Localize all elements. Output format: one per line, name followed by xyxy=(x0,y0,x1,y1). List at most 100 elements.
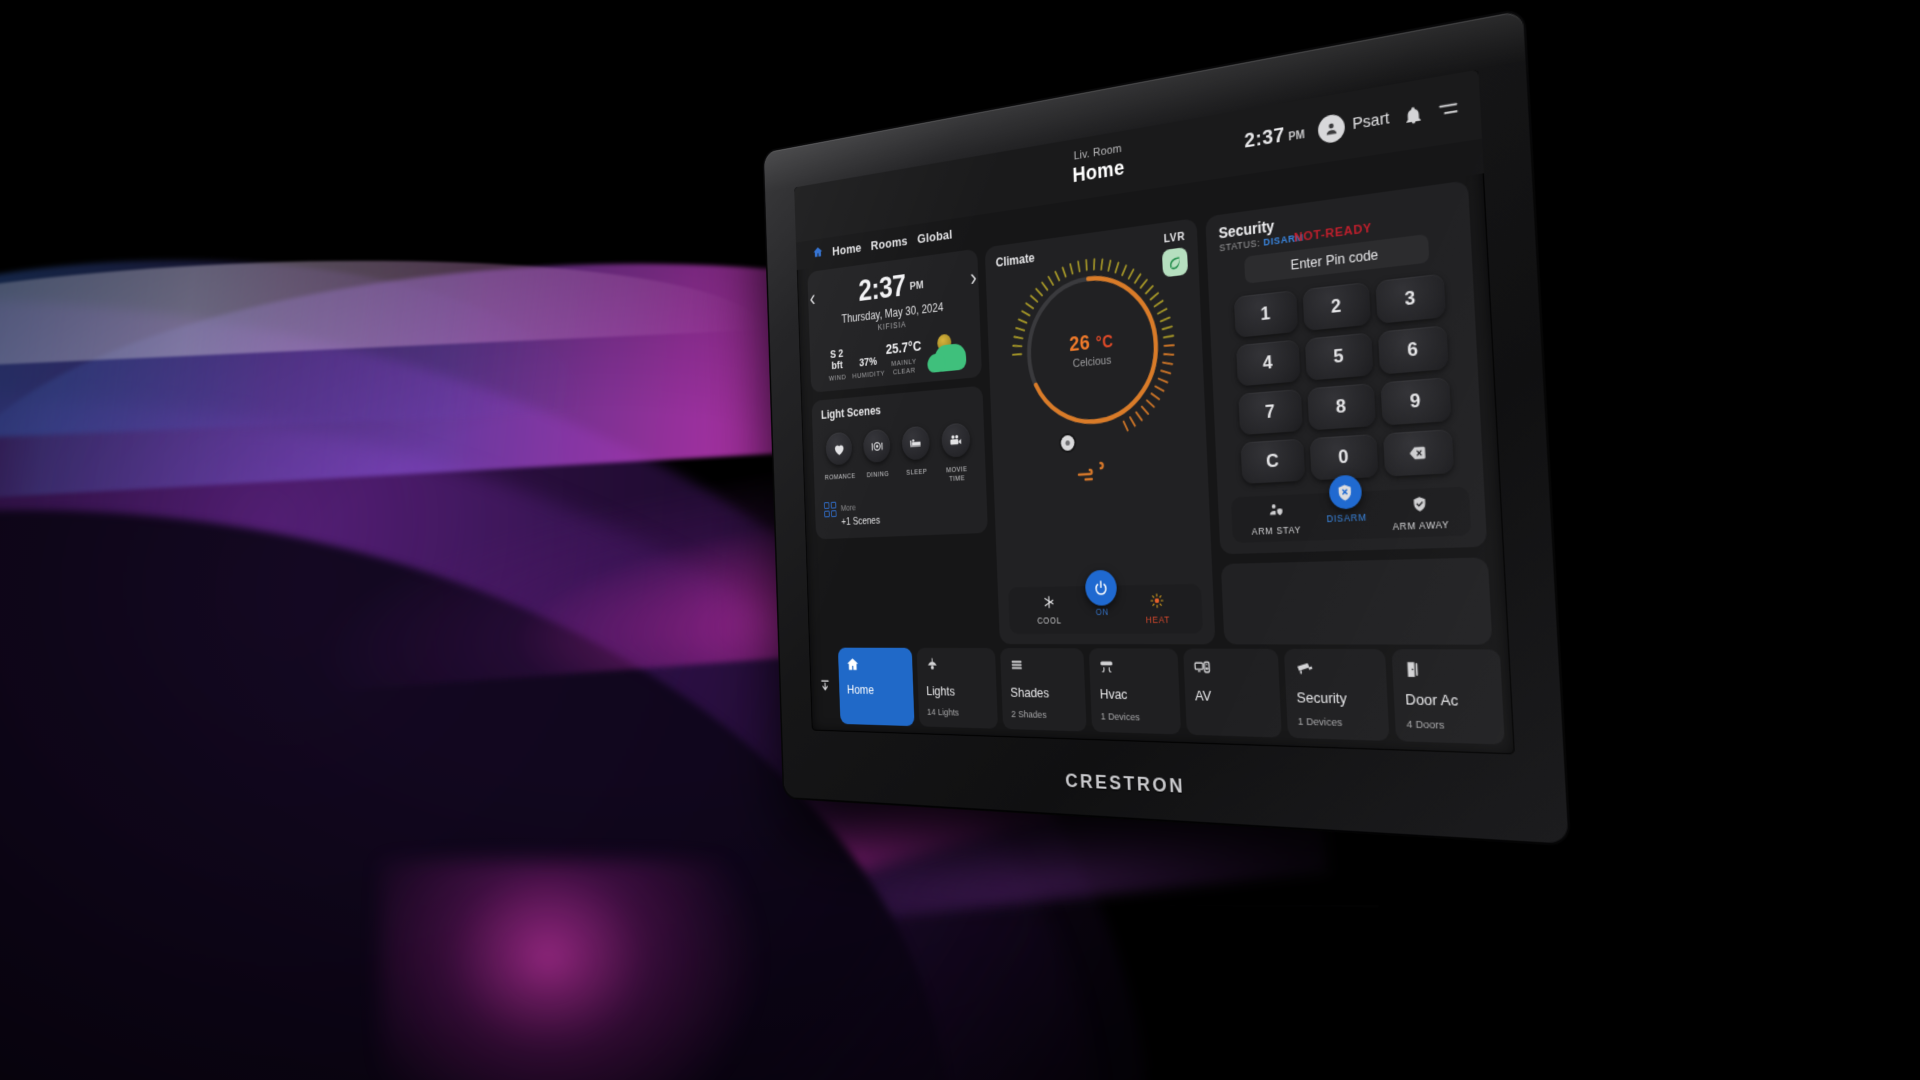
sun-behind-cloud-icon xyxy=(922,330,967,373)
scene-label: SLEEP xyxy=(906,466,928,477)
weather-stat-wind: S 2 bft WIND xyxy=(823,348,851,384)
home-indicator-icon xyxy=(812,244,823,261)
arm-away-label: ARM AWAY xyxy=(1392,518,1450,532)
tab-rooms[interactable]: Rooms xyxy=(871,233,908,253)
power-icon[interactable] xyxy=(1084,569,1118,606)
user-name: Psart xyxy=(1351,109,1390,134)
scene-romance[interactable]: ROMANCE xyxy=(822,431,858,490)
mode-on-button[interactable]: ON xyxy=(1075,569,1130,617)
tab-home[interactable]: Home xyxy=(832,240,862,258)
keypad-key-8[interactable]: 8 xyxy=(1307,383,1376,431)
shield-check-icon xyxy=(1413,496,1426,512)
nav-item-shades[interactable]: Shades 2 Shades xyxy=(1000,648,1087,732)
user-avatar-icon xyxy=(1317,112,1346,145)
collapse-down-icon[interactable] xyxy=(814,648,836,724)
hamburger-menu-icon[interactable] xyxy=(1437,99,1460,120)
device-bezel: Liv. Room Home 2:37 PM Psart Home Rooms … xyxy=(763,10,1569,844)
mode-heat-label: HEAT xyxy=(1145,614,1171,626)
keypad-key-0[interactable]: 0 xyxy=(1309,433,1379,481)
security-ready-state: NOT-READY xyxy=(1293,221,1373,246)
keypad-key-backspace[interactable] xyxy=(1382,429,1455,477)
keypad-key-6[interactable]: 6 xyxy=(1377,325,1449,375)
mode-heat-button[interactable]: HEAT xyxy=(1129,593,1187,625)
keypad-key-4[interactable]: 4 xyxy=(1235,339,1301,387)
next-day-button[interactable]: › xyxy=(970,265,977,291)
dial-knob[interactable] xyxy=(1060,434,1076,452)
security-action-bar: ARM STAY DISARM ARM AWAY xyxy=(1230,474,1472,544)
keypad-key-5[interactable]: 5 xyxy=(1304,332,1373,381)
light-scenes-list: ROMANCE DINING SLEEP MOVIE TIME xyxy=(822,422,976,490)
weather-stats: S 2 bft WIND 37% HUMIDITY 25.7°C MAINLY … xyxy=(819,329,972,383)
security-status-value: DISARM xyxy=(1263,231,1305,248)
nav-item-home[interactable]: Home xyxy=(837,647,915,727)
bottom-nav: Home Lights 14 Lights Shades 2 Shades Hvac 1 D… xyxy=(809,644,1515,755)
keypad-key-1[interactable]: 1 xyxy=(1233,289,1299,338)
nav-item-door-ac[interactable]: Door Ac 4 Doors xyxy=(1391,649,1505,745)
nav-item-lights[interactable]: Lights 14 Lights xyxy=(916,647,998,729)
keypad-key-2[interactable]: 2 xyxy=(1302,281,1371,332)
middle-column: Climate LVR 26 °C Celcious COOL ON HEAT xyxy=(984,218,1216,645)
keypad-key-7[interactable]: 7 xyxy=(1237,388,1303,436)
humidity-value: 37% xyxy=(858,356,878,370)
disarm-button[interactable]: DISARM xyxy=(1310,474,1383,524)
left-column: ‹ › 2:37 PM Thursday, May 30, 2024 KIFISI… xyxy=(807,248,992,644)
screenshot-root: Liv. Room Home 2:37 PM Psart Home Rooms … xyxy=(0,0,1920,1080)
pendant-lamp-icon xyxy=(925,657,987,677)
nav-item-av[interactable]: AV xyxy=(1183,648,1282,738)
arm-stay-button[interactable]: ARM STAY xyxy=(1241,500,1312,537)
disarm-label: DISARM xyxy=(1326,511,1367,524)
nav-item-sublabel: 4 Doors xyxy=(1406,718,1445,733)
mode-cool-button[interactable]: COOL xyxy=(1022,595,1076,626)
touchpanel-screen: Liv. Room Home 2:37PM Psart xyxy=(560,905,1380,907)
clock-ampm: PM xyxy=(909,279,924,293)
more-label: More xyxy=(840,502,856,513)
bell-icon[interactable] xyxy=(1403,104,1423,126)
desk-reflection: Liv. Room Home 2:37PM Psart xyxy=(560,905,1560,1080)
nav-item-hvac[interactable]: Hvac 1 Devices xyxy=(1088,648,1182,735)
touchpanel-screen: Liv. Room Home 2:37PM Psart xyxy=(794,69,1515,755)
temperature-dial[interactable]: 26 °C Celcious xyxy=(996,239,1195,455)
heart-icon xyxy=(825,431,853,466)
shield-x-icon[interactable] xyxy=(1328,474,1363,510)
dial-unit-label: Celcious xyxy=(1072,354,1112,371)
more-count: +1 Scenes xyxy=(841,514,881,528)
nav-items-container: Home Lights 14 Lights Shades 2 Shades Hvac 1 D… xyxy=(837,647,1505,745)
condition-label: MAINLY CLEAR xyxy=(891,356,917,377)
clock-time: 2:37 xyxy=(857,268,907,308)
nav-item-label: Home xyxy=(846,682,875,697)
nav-item-label: AV xyxy=(1194,687,1212,704)
user-chip[interactable]: Psart xyxy=(1317,105,1390,145)
nav-item-label: Door Ac xyxy=(1404,690,1459,710)
security-title: Security xyxy=(1218,217,1275,242)
nav-item-label: Hvac xyxy=(1099,685,1128,703)
dial-readout: 26 °C Celcious xyxy=(1009,248,1179,447)
keypad-key-3[interactable]: 3 xyxy=(1374,273,1446,324)
keypad-key-c[interactable]: C xyxy=(1240,438,1306,484)
arm-away-button[interactable]: ARM AWAY xyxy=(1382,493,1459,532)
nav-item-sublabel: 14 Lights xyxy=(926,706,960,719)
security-card: Security STATUS: DISARM NOT-READY Enter … xyxy=(1204,180,1488,555)
more-scenes-row[interactable]: More +1 Scenes xyxy=(823,492,978,529)
humidity-label: HUMIDITY xyxy=(852,368,886,381)
cctv-camera-icon xyxy=(1295,659,1376,682)
leaf-icon[interactable] xyxy=(1161,247,1188,278)
prev-day-button[interactable]: ‹ xyxy=(809,286,816,311)
top-bar: Liv. Room Home 2:37PM Psart xyxy=(560,905,1380,907)
header-clock: 2:37 PM xyxy=(1244,121,1305,155)
scene-movie-time[interactable]: MOVIE TIME xyxy=(937,422,976,484)
person-shield-icon xyxy=(1269,503,1283,515)
light-scenes-card: Light Scenes ROMANCE DINING SLEEP MOVIE … xyxy=(811,385,989,540)
backspace-icon xyxy=(1409,446,1426,460)
weather-stat-temperature: 25.7°C MAINLY CLEAR xyxy=(885,339,922,377)
keypad-key-9[interactable]: 9 xyxy=(1379,377,1452,426)
tab-global[interactable]: Global xyxy=(917,226,953,246)
scene-dining[interactable]: DINING xyxy=(859,428,896,488)
pin-code-input[interactable]: Enter Pin code xyxy=(1243,233,1430,284)
clock-weather-card: ‹ › 2:37 PM Thursday, May 30, 2024 KIFISI… xyxy=(807,248,983,393)
scene-sleep[interactable]: SLEEP xyxy=(897,425,935,486)
header-clock-ampm: PM xyxy=(1287,128,1306,144)
nav-item-label: Shades xyxy=(1010,684,1050,701)
mode-on-label: ON xyxy=(1095,606,1110,617)
temperature-value: 25.7°C xyxy=(885,338,922,358)
nav-item-security[interactable]: Security 1 Devices xyxy=(1283,648,1390,741)
